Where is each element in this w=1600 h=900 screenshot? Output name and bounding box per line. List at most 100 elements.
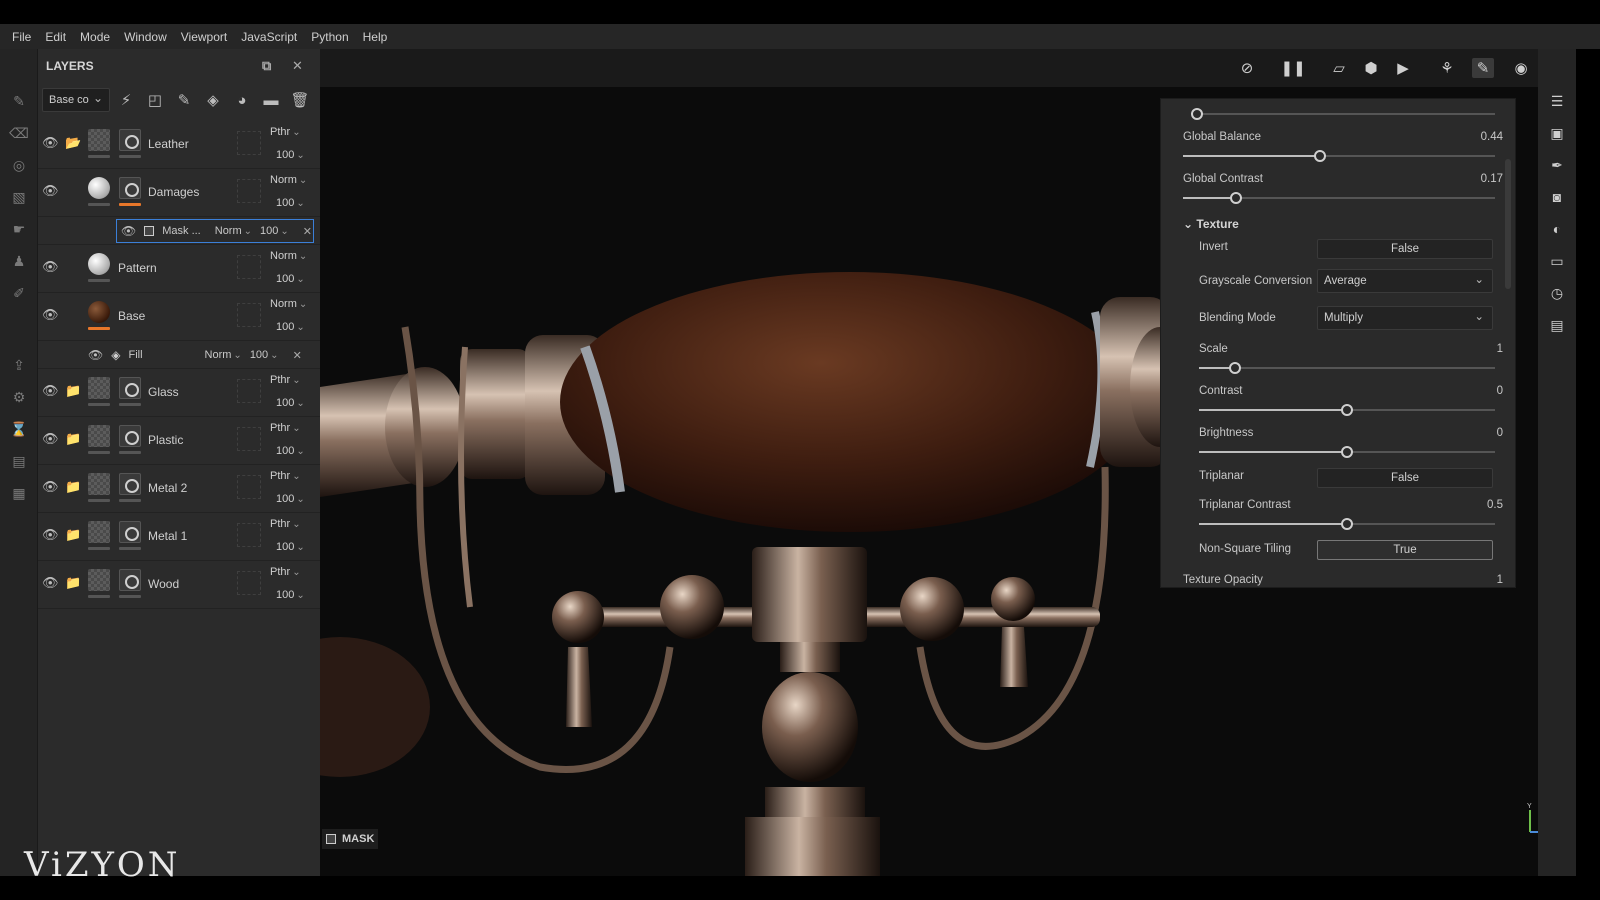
smudge-icon[interactable]: ☛ [9,219,29,239]
layer-row-leather[interactable]: 👁 📂 Leather Pthr⌄ 100⌄ [38,121,320,169]
remove-fill-icon[interactable]: ✕ [293,349,302,362]
delete-layer-icon[interactable]: 🗑 [287,88,313,112]
visibility-eye-icon[interactable]: 👁 [42,183,58,197]
visibility-eye-icon[interactable]: 👁 [42,431,58,445]
screenshot-camera-icon[interactable]: ◉ [1510,58,1532,78]
mask-sublayer-selected[interactable]: 👁 Mask ... Norm⌄ 100⌄ ✕ [116,219,314,243]
paint-mode-icon[interactable]: ✎ [1472,58,1494,78]
folder-icon[interactable]: 📁 [65,431,81,443]
hide-selection-icon[interactable]: ⊘ [1236,58,1258,78]
add-effect-icon[interactable]: ◕ [229,88,255,112]
menu-window[interactable]: Window [124,30,167,44]
undock-icon[interactable]: ⧉ [262,58,271,74]
menu-viewport[interactable]: Viewport [181,30,227,44]
3d-view-icon[interactable]: ⬢ [1360,58,1382,78]
layer-row-wood[interactable]: 👁 📁 Wood Pthr⌄ 100⌄ [38,561,320,609]
paint-brush-icon[interactable]: ✎ [9,91,29,111]
layer-row-plastic[interactable]: 👁 📁 Plastic Pthr⌄ 100⌄ [38,417,320,465]
camera-video-icon[interactable]: ▶ [1392,58,1414,78]
clone-stamp-icon[interactable]: ♟ [9,251,29,271]
eraser-icon[interactable]: ⌫ [9,123,29,143]
menu-help[interactable]: Help [363,30,388,44]
blend-mode-select[interactable]: Norm⌄ [270,174,307,186]
polygon-fill-icon[interactable]: ▧ [9,187,29,207]
layer-row-pattern[interactable]: 👁 Pattern Norm⌄ 100⌄ [38,245,320,293]
global-contrast-slider[interactable] [1183,197,1495,199]
log-icon[interactable]: ▤ [1547,315,1567,335]
menu-javascript[interactable]: JavaScript [241,30,297,44]
blend-mode-select[interactable]: Norm⌄ [270,250,307,262]
opacity-select[interactable]: 100⌄ [276,197,305,209]
slider-knob[interactable] [1341,518,1353,530]
mask-thumbnail[interactable] [119,177,141,199]
menu-mode[interactable]: Mode [80,30,110,44]
opacity-select[interactable]: 100⌄ [276,397,305,409]
mask-thumbnail[interactable] [119,129,141,151]
triplanar-toggle[interactable]: False [1317,468,1493,488]
visibility-eye-icon[interactable]: 👁 [42,527,58,541]
visibility-eye-icon[interactable]: 👁 [121,224,136,238]
mask-thumbnail[interactable] [119,569,141,591]
visibility-eye-icon[interactable]: 👁 [42,259,58,273]
layers-panel-icon[interactable]: ☰ [1547,91,1567,111]
close-icon[interactable]: ✕ [292,58,303,74]
mask-thumbnail[interactable] [119,425,141,447]
export-icon[interactable]: ⇪ [9,355,29,375]
texture-set-icon[interactable]: ▣ [1547,123,1567,143]
global-balance-slider[interactable] [1183,155,1495,157]
fill-opacity-select[interactable]: 100⌄ [250,349,279,361]
channel-select[interactable]: Base co [42,88,110,112]
blending-mode-select[interactable]: Multiply [1317,306,1493,330]
properties-scrollbar[interactable] [1505,159,1511,289]
brightness-slider[interactable] [1199,451,1495,453]
slider-knob[interactable] [1341,446,1353,458]
add-folder-icon[interactable]: ▬ [258,88,284,112]
visibility-eye-icon[interactable]: 👁 [42,135,58,149]
visibility-eye-icon[interactable]: 👁 [42,575,58,589]
layer-row-glass[interactable]: 👁 📁 Glass Pthr⌄ 100⌄ [38,369,320,417]
pause-icon[interactable]: ❚❚ [1282,58,1304,78]
invert-toggle[interactable]: False [1317,239,1493,259]
brush-settings-icon[interactable]: ✒ [1547,155,1567,175]
shelf-icon[interactable]: ▦ [9,483,29,503]
blend-mode-select[interactable]: Pthr⌄ [270,470,301,482]
opacity-select[interactable]: 100⌄ [276,445,305,457]
viewer-settings-icon[interactable]: ▭ [1547,251,1567,271]
bake-icon[interactable]: ⚙ [9,387,29,407]
folder-open-icon[interactable]: 📂 [65,135,81,147]
mask-mode-badge[interactable]: MASK [322,829,378,849]
layer-row-damages[interactable]: 👁 Damages Norm⌄ 100⌄ [38,169,320,217]
layer-row-metal-1[interactable]: 👁 📁 Metal 1 Pthr⌄ 100⌄ [38,513,320,561]
history-icon[interactable]: ◷ [1547,283,1567,303]
blend-mode-select[interactable]: Pthr⌄ [270,126,301,138]
opacity-select[interactable]: 100⌄ [276,321,305,333]
visibility-eye-icon[interactable]: 👁 [42,479,58,493]
opacity-select[interactable]: 100⌄ [276,589,305,601]
mask-thumbnail[interactable] [119,521,141,543]
mask-opacity-select[interactable]: 100⌄ [260,225,289,237]
slider-knob[interactable] [1341,404,1353,416]
folder-icon[interactable]: 📁 [65,575,81,587]
slider-knob[interactable] [1230,192,1242,204]
top-partial-slider[interactable] [1193,113,1495,115]
slider-knob[interactable] [1229,362,1241,374]
mask-thumbnail[interactable] [119,377,141,399]
mask-sublayer-row[interactable]: 👁 Mask ... Norm⌄ 100⌄ ✕ [38,217,320,245]
blend-mode-select[interactable]: Pthr⌄ [270,566,301,578]
shader-settings-icon[interactable]: ◐ [1547,219,1567,239]
folder-icon[interactable]: 📁 [65,479,81,491]
mask-thumbnail[interactable] [119,473,141,495]
remove-mask-icon[interactable]: ✕ [303,225,312,238]
triplanar-contrast-slider[interactable] [1199,523,1495,525]
non-square-tiling-toggle[interactable]: True [1317,540,1493,560]
layer-row-metal-2[interactable]: 👁 📁 Metal 2 Pthr⌄ 100⌄ [38,465,320,513]
visibility-eye-icon[interactable]: 👁 [42,383,58,397]
layer-row-base[interactable]: 👁 Base Norm⌄ 100⌄ [38,293,320,341]
add-mask-icon[interactable]: ◰ [142,88,168,112]
visibility-eye-icon[interactable]: 👁 [88,348,103,362]
opacity-select[interactable]: 100⌄ [276,541,305,553]
slider-knob[interactable] [1191,108,1203,120]
visibility-eye-icon[interactable]: 👁 [42,307,58,321]
blend-mode-select[interactable]: Norm⌄ [270,298,307,310]
uv-view-icon[interactable]: ▱ [1328,58,1350,78]
